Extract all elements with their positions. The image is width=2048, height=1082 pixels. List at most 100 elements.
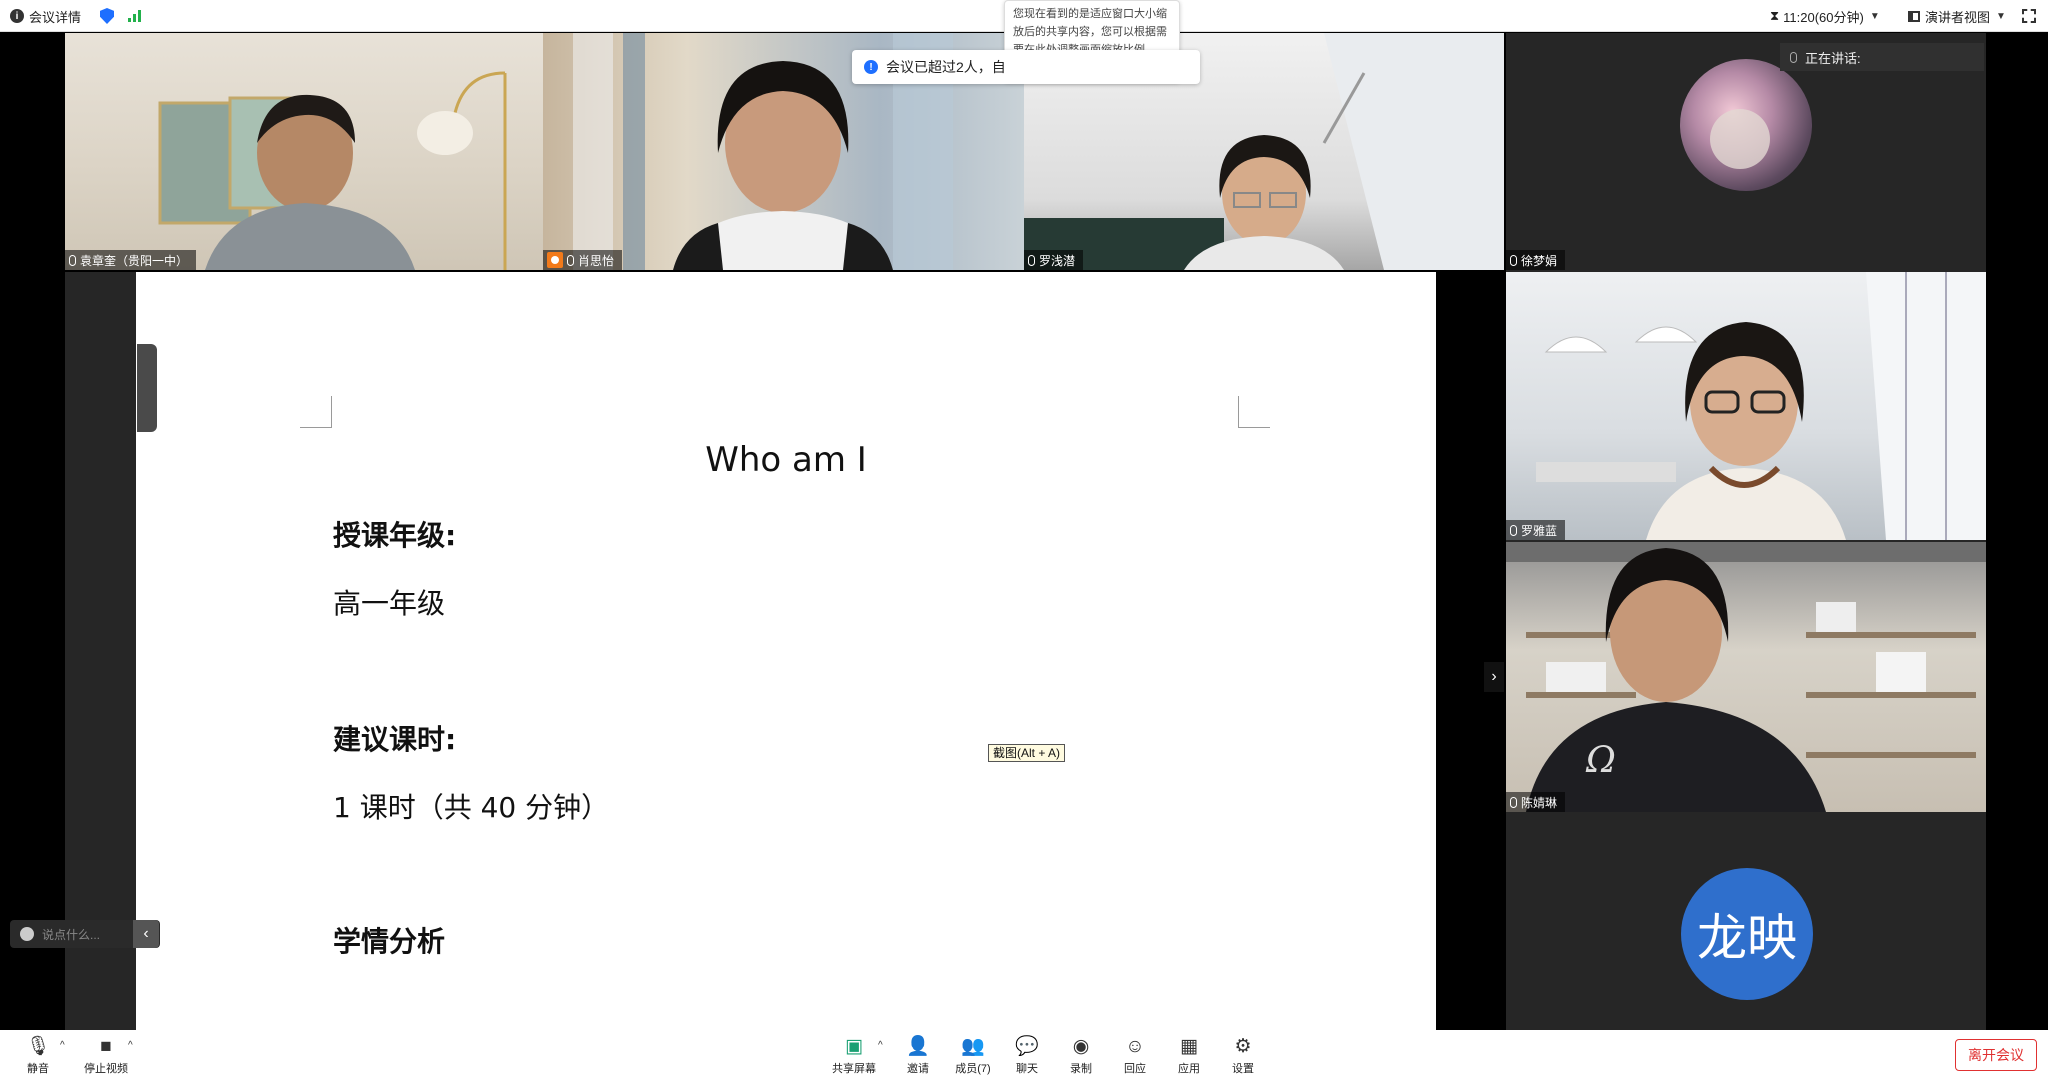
- shield-icon: [100, 8, 114, 24]
- participant-name-tag: 肖思怡: [543, 250, 623, 270]
- participant-name: 徐梦娟: [1521, 253, 1558, 268]
- bottom-toolbar: 🎙 静音 ^ ■ 停止视频 ^ ▣ 共享屏幕 ^ 👤 邀请 👥 成员(7) 💬 …: [0, 1030, 2048, 1082]
- info-icon: !: [864, 60, 878, 74]
- record-label: 录制: [1070, 1063, 1092, 1075]
- screenshot-hint-text: 截图(Alt + A): [993, 746, 1061, 760]
- signal-icon: [128, 10, 141, 22]
- slide-heading-analysis: 学情分析: [333, 925, 446, 958]
- participant-name-tag: 徐梦娟: [1506, 250, 1566, 270]
- page-corner-mark: [1238, 396, 1270, 428]
- chevron-up-icon[interactable]: ^: [878, 1040, 883, 1051]
- panel-collapse-button[interactable]: ›: [1484, 662, 1504, 692]
- view-mode-dropdown[interactable]: 演讲者视图 ▼: [1908, 0, 2006, 32]
- mic-icon: [1510, 524, 1517, 536]
- fullscreen-button[interactable]: [2022, 0, 2036, 32]
- add-user-icon: 👤: [906, 1036, 930, 1057]
- speaking-indicator: 正在讲话:: [1780, 43, 1984, 71]
- shared-slide: Who am I 授课年级: 高一年级 建议课时: 1 课时（共 40 分钟） …: [136, 272, 1436, 1030]
- share-screen-icon: ▣: [845, 1036, 863, 1057]
- avatar-initials: 龙映: [1697, 909, 1797, 967]
- apps-grid-icon: ▦: [1180, 1036, 1198, 1057]
- video-tile-4[interactable]: 正在讲话: 徐梦娟: [1506, 33, 1986, 270]
- speaking-label: 正在讲话:: [1805, 50, 1861, 66]
- participant-name-tag: 罗雅蓝: [1506, 520, 1566, 540]
- apps-button[interactable]: ▦ 应用: [1172, 1030, 1206, 1082]
- meeting-details-button[interactable]: i 会议详情: [10, 0, 81, 32]
- video-tile-5[interactable]: 罗雅蓝: [1506, 272, 1986, 540]
- network-status[interactable]: [128, 0, 141, 32]
- video-tile-7[interactable]: 龙映: [1506, 812, 1986, 1030]
- emoji-icon: [20, 927, 34, 941]
- participant-video: Ω: [1506, 542, 1986, 812]
- mute-label: 静音: [27, 1063, 49, 1075]
- participant-name: 罗雅蓝: [1521, 523, 1558, 538]
- settings-label: 设置: [1232, 1063, 1254, 1075]
- invite-button[interactable]: 👤 邀请: [900, 1030, 936, 1082]
- chat-bubble-icon: 💬: [1015, 1036, 1039, 1057]
- security-badge[interactable]: [100, 0, 118, 32]
- participant-name: 罗浅潜: [1039, 253, 1076, 268]
- screenshot-hint: 截图(Alt + A): [988, 744, 1066, 762]
- meeting-window: i 会议详情 ⧗ 11:20(60分钟) ▼ 演讲者视图 ▼ 袁章奎（贵阳一中）…: [0, 0, 2048, 1082]
- leave-meeting-button[interactable]: 离开会议: [1955, 1039, 2037, 1071]
- record-icon: ◉: [1072, 1036, 1090, 1057]
- zoom-tooltip-text: 您现在看到的是适应窗口大小缩放后的共享内容，您可以根据需要在此处调整画面缩放比例: [1013, 8, 1167, 56]
- fullscreen-icon: [2022, 9, 2036, 23]
- react-button[interactable]: ☺ 回应: [1118, 1030, 1152, 1082]
- slide-heading-grade: 授课年级:: [333, 519, 457, 552]
- participant-name: 袁章奎（贵阳一中）: [80, 253, 189, 268]
- video-tile-1[interactable]: 袁章奎（贵阳一中）: [65, 33, 543, 270]
- members-button[interactable]: 👥 成员(7): [948, 1030, 998, 1082]
- chat-button[interactable]: 💬 聊天: [1010, 1030, 1044, 1082]
- members-label: 成员(7): [955, 1063, 991, 1075]
- share-screen-button[interactable]: ▣ 共享屏幕: [826, 1030, 882, 1082]
- mic-icon: [1028, 254, 1035, 266]
- video-tile-6[interactable]: Ω 陈婧琳: [1506, 542, 1986, 812]
- avatar: 龙映: [1681, 868, 1813, 1000]
- participant-video: [1536, 272, 1986, 540]
- react-label: 回应: [1124, 1063, 1146, 1075]
- share-screen-label: 共享屏幕: [832, 1063, 876, 1075]
- hourglass-icon: ⧗: [1770, 8, 1780, 23]
- members-icon: 👥: [961, 1036, 985, 1057]
- participant-name-tag: 袁章奎（贵阳一中）: [65, 250, 197, 270]
- chevron-up-icon[interactable]: ^: [128, 1040, 133, 1051]
- timer-label: 11:20(60分钟): [1783, 9, 1864, 25]
- video-camera-icon: ■: [100, 1036, 112, 1057]
- participant-video: [158, 71, 507, 270]
- mic-icon: [1510, 796, 1517, 808]
- mic-icon: [1790, 51, 1797, 63]
- slide-text-hours: 1 课时（共 40 分钟）: [333, 791, 610, 824]
- invite-label: 邀请: [907, 1063, 929, 1075]
- record-button[interactable]: ◉ 录制: [1064, 1030, 1098, 1082]
- info-icon: i: [10, 9, 24, 23]
- microphone-icon: 🎙: [25, 1036, 51, 1057]
- participant-name-tag: 罗浅潜: [1024, 250, 1084, 270]
- reaction-icon: ☺: [1125, 1036, 1145, 1057]
- chevron-left-icon: ‹: [143, 925, 149, 942]
- chevron-down-icon: ▼: [1996, 10, 2006, 22]
- participant-name: 陈婧琳: [1521, 795, 1558, 810]
- chat-label: 聊天: [1016, 1063, 1038, 1075]
- mute-button[interactable]: 🎙 静音: [18, 1030, 58, 1082]
- svg-text:Ω: Ω: [1585, 740, 1616, 781]
- stop-video-label: 停止视频: [84, 1063, 128, 1075]
- notice-banner[interactable]: ! 会议已超过2人，自: [852, 50, 1200, 84]
- avatar: [1680, 59, 1812, 191]
- chevron-up-icon[interactable]: ^: [60, 1040, 65, 1051]
- host-icon: [547, 252, 563, 268]
- chat-collapse-button[interactable]: ‹: [133, 920, 159, 948]
- chevron-down-icon: ▼: [1869, 10, 1880, 22]
- meeting-timer[interactable]: ⧗ 11:20(60分钟) ▼: [1770, 0, 1880, 32]
- stop-video-button[interactable]: ■ 停止视频: [78, 1030, 134, 1082]
- apps-label: 应用: [1178, 1063, 1200, 1075]
- slide-side-handle[interactable]: [137, 344, 157, 432]
- gear-icon: ⚙: [1234, 1036, 1252, 1057]
- meeting-details-label: 会议详情: [29, 9, 82, 25]
- slide-heading-hours: 建议课时:: [333, 723, 457, 756]
- settings-button[interactable]: ⚙ 设置: [1226, 1030, 1260, 1082]
- page-corner-mark: [300, 396, 332, 428]
- view-mode-label: 演讲者视图: [1925, 9, 1991, 25]
- notice-text: 会议已超过2人，自: [886, 59, 1006, 75]
- participant-name: 肖思怡: [578, 253, 615, 268]
